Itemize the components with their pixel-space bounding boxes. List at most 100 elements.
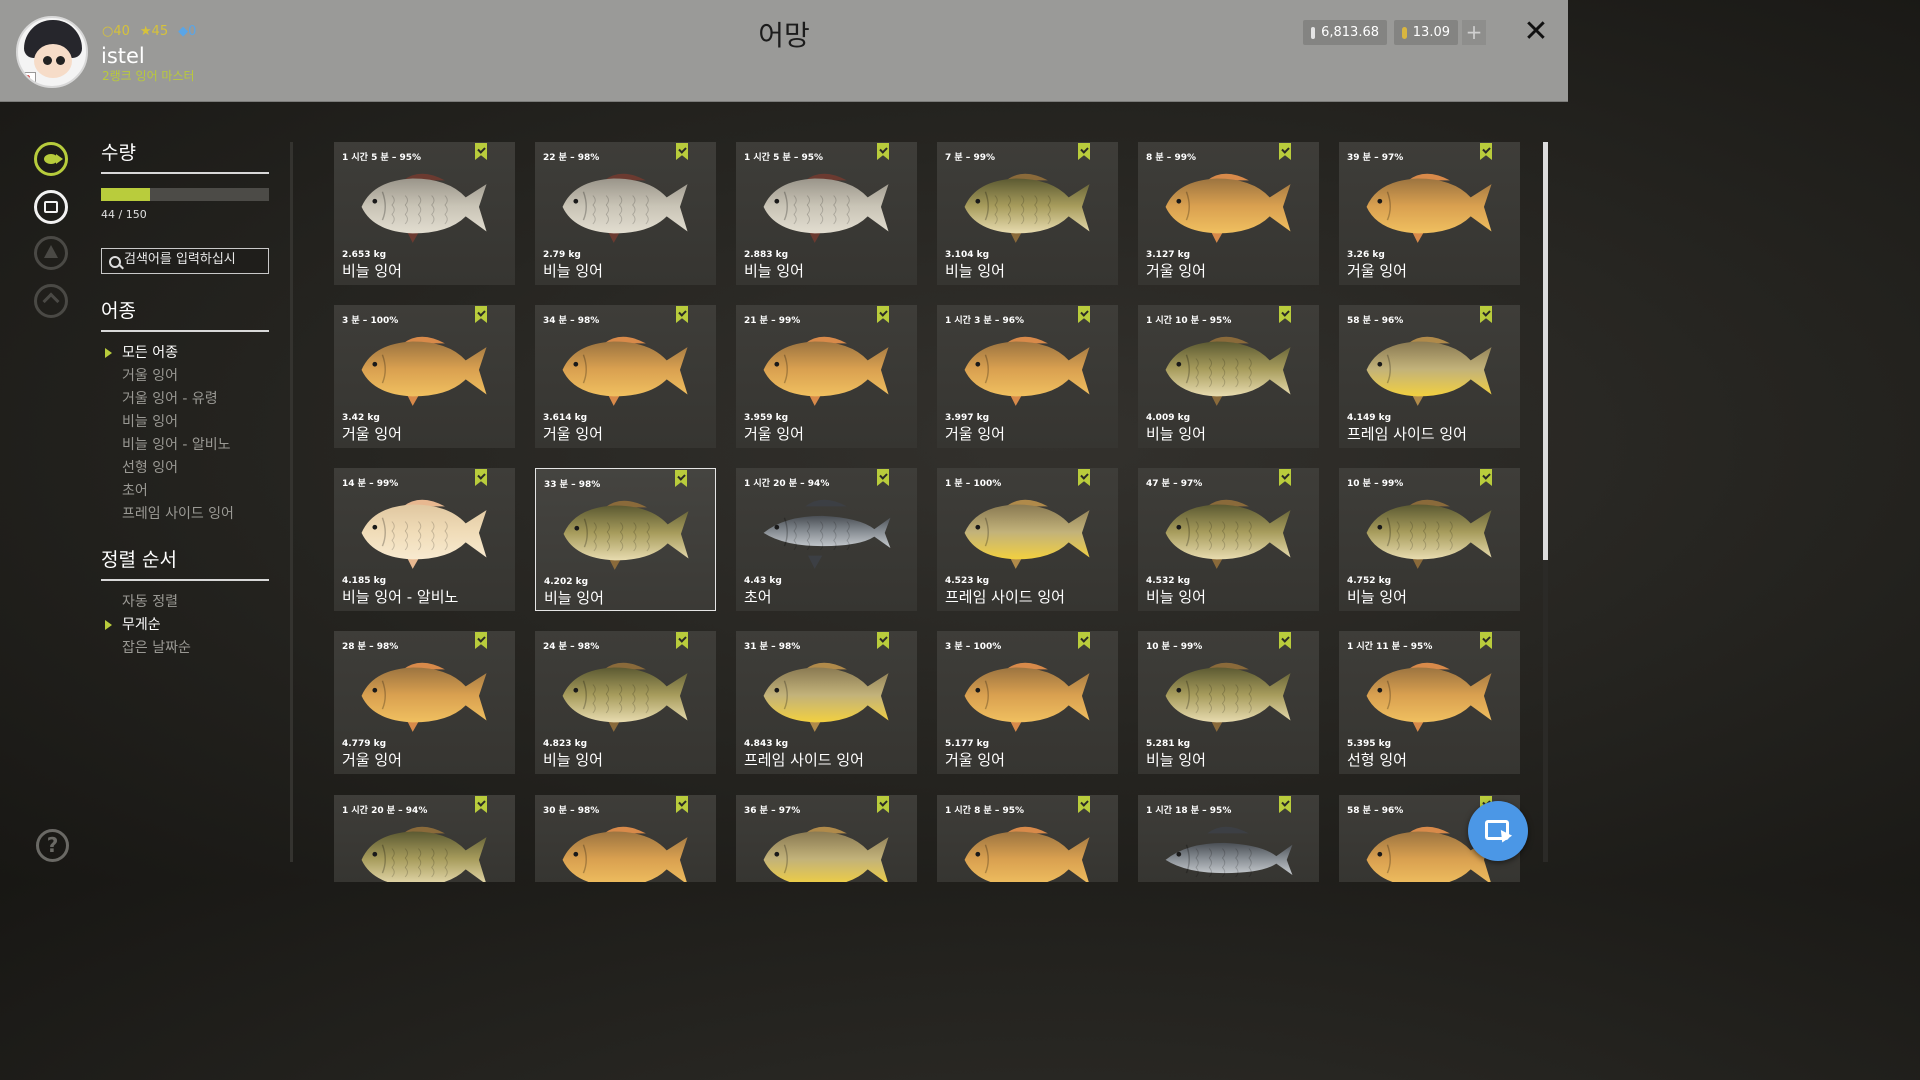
fish-image [964, 336, 1090, 406]
species-filter-item[interactable]: 모든 어종 [122, 342, 178, 362]
catch-card[interactable]: 22 분 – 98% 2.79 kg 비늘 잉어 [535, 142, 716, 285]
catch-card[interactable]: 10 분 – 99% 5.281 kg 비늘 잉어 [1138, 631, 1319, 774]
catch-species: 비늘 잉어 [1146, 425, 1206, 443]
catch-species: 프레임 사이드 잉어 [945, 588, 1065, 606]
bookmark-icon[interactable] [1279, 796, 1291, 813]
scrollbar-thumb[interactable] [1543, 142, 1548, 560]
bookmark-icon[interactable] [1279, 306, 1291, 323]
catch-card[interactable]: 47 분 – 97% 4.532 kg 비늘 잉어 [1138, 468, 1319, 611]
bookmark-icon[interactable] [1279, 143, 1291, 160]
catch-card[interactable]: 24 분 – 98% 4.823 kg 비늘 잉어 [535, 631, 716, 774]
catch-card[interactable]: 39 분 – 97% 3.26 kg 거울 잉어 [1339, 142, 1520, 285]
bookmark-icon[interactable] [1078, 796, 1090, 813]
bookmark-icon[interactable] [676, 796, 688, 813]
sort-option[interactable]: 자동 정렬 [122, 591, 178, 611]
bookmark-icon[interactable] [676, 632, 688, 649]
bookmark-icon[interactable] [1279, 632, 1291, 649]
catch-card[interactable]: 34 분 – 98% 3.614 kg 거울 잉어 [535, 305, 716, 448]
catch-time: 1 시간 11 분 – 95% [1347, 642, 1433, 652]
catch-card[interactable]: 30 분 – 98% [535, 795, 716, 882]
catch-time: 28 분 – 98% [342, 642, 399, 652]
catch-time: 39 분 – 97% [1347, 153, 1404, 163]
catch-card[interactable]: 7 분 – 99% 3.104 kg 비늘 잉어 [937, 142, 1118, 285]
catch-card[interactable]: 1 시간 11 분 – 95% 5.395 kg 선형 잉어 [1339, 631, 1520, 774]
catch-card[interactable]: 58 분 – 96% 4.149 kg 프레임 사이드 잉어 [1339, 305, 1520, 448]
catch-weight: 3.997 kg [945, 413, 990, 423]
bookmark-icon[interactable] [676, 143, 688, 160]
sort-option[interactable]: 잡은 날짜순 [122, 637, 191, 657]
bookmark-icon[interactable] [475, 796, 487, 813]
bookmark-icon[interactable] [877, 469, 889, 486]
fish-image [964, 173, 1090, 243]
close-button[interactable]: ✕ [1521, 14, 1551, 50]
keepnet-tab-icon[interactable] [34, 190, 68, 224]
catch-card[interactable]: 33 분 – 98% 4.202 kg 비늘 잉어 [535, 468, 716, 611]
bookmark-icon[interactable] [1078, 306, 1090, 323]
help-button[interactable]: ? [36, 829, 69, 862]
sort-title: 정렬 순서 [101, 549, 177, 571]
species-filter-item[interactable]: 거울 잉어 [122, 365, 178, 385]
add-currency-button[interactable]: + [1462, 20, 1486, 45]
catch-card[interactable]: 1 시간 5 분 – 95% 2.653 kg 비늘 잉어 [334, 142, 515, 285]
bookmark-icon[interactable] [877, 143, 889, 160]
species-title: 어종 [101, 300, 136, 322]
species-filter-item[interactable]: 선형 잉어 [122, 457, 178, 477]
species-filter-item[interactable]: 프레임 사이드 잉어 [122, 503, 234, 523]
species-filter-item[interactable]: 비늘 잉어 - 알비노 [122, 434, 231, 454]
catch-card[interactable]: 1 시간 20 분 – 94% 4.43 kg 초어 [736, 468, 917, 611]
silver-amount: 6,813.68 [1321, 25, 1379, 40]
bookmark-icon[interactable] [1480, 469, 1492, 486]
catch-card[interactable]: 1 시간 10 분 – 95% 4.009 kg 비늘 잉어 [1138, 305, 1319, 448]
sort-option[interactable]: 무게순 [122, 614, 161, 634]
bookmark-icon[interactable] [1480, 143, 1492, 160]
catch-card[interactable]: 1 시간 18 분 – 95% [1138, 795, 1319, 882]
silver-coin-icon [1311, 26, 1316, 39]
search-field[interactable] [101, 248, 269, 274]
bookmark-icon[interactable] [877, 632, 889, 649]
catch-card[interactable]: 8 분 – 99% 3.127 kg 거울 잉어 [1138, 142, 1319, 285]
bookmark-icon[interactable] [675, 470, 687, 487]
catch-card[interactable]: 3 분 – 100% 3.42 kg 거울 잉어 [334, 305, 515, 448]
species-filter-item[interactable]: 비늘 잉어 [122, 411, 178, 431]
catch-card[interactable]: 1 시간 20 분 – 94% [334, 795, 515, 882]
catch-species: 프레임 사이드 잉어 [744, 751, 864, 769]
catch-card[interactable]: 28 분 – 98% 4.779 kg 거울 잉어 [334, 631, 515, 774]
bookmark-icon[interactable] [475, 306, 487, 323]
catch-card[interactable]: 1 시간 8 분 – 95% [937, 795, 1118, 882]
bookmark-icon[interactable] [676, 306, 688, 323]
upgrade-tab-icon[interactable] [34, 236, 68, 270]
bookmark-icon[interactable] [475, 143, 487, 160]
fish-image [763, 826, 889, 882]
catch-card[interactable]: 1 시간 3 분 – 96% 3.997 kg 거울 잉어 [937, 305, 1118, 448]
bookmark-icon[interactable] [1078, 632, 1090, 649]
bookmark-icon[interactable] [1279, 469, 1291, 486]
search-icon [109, 256, 121, 268]
species-filter-item[interactable]: 초어 [122, 480, 148, 500]
catch-card[interactable]: 1 분 – 100% 4.523 kg 프레임 사이드 잉어 [937, 468, 1118, 611]
catch-card[interactable]: 31 분 – 98% 4.843 kg 프레임 사이드 잉어 [736, 631, 917, 774]
species-filter-item[interactable]: 거울 잉어 - 유령 [122, 388, 218, 408]
bookmark-icon[interactable] [1480, 306, 1492, 323]
home-tab-icon[interactable] [34, 284, 68, 318]
catch-time: 1 시간 5 분 – 95% [744, 153, 824, 163]
catch-species: 거울 잉어 [744, 425, 804, 443]
cursor-mode-button[interactable] [1468, 801, 1528, 861]
catch-card[interactable]: 21 분 – 99% 3.959 kg 거울 잉어 [736, 305, 917, 448]
catch-time: 33 분 – 98% [544, 480, 601, 490]
catch-card[interactable]: 14 분 – 99% 4.185 kg 비늘 잉어 - 알비노 [334, 468, 515, 611]
search-input[interactable] [124, 252, 266, 267]
catch-weight: 4.202 kg [544, 577, 589, 587]
bookmark-icon[interactable] [1480, 632, 1492, 649]
bookmark-icon[interactable] [475, 632, 487, 649]
bookmark-icon[interactable] [475, 469, 487, 486]
catch-card[interactable]: 10 분 – 99% 4.752 kg 비늘 잉어 [1339, 468, 1520, 611]
bookmark-icon[interactable] [1078, 469, 1090, 486]
catch-card[interactable]: 36 분 – 97% [736, 795, 917, 882]
catch-card[interactable]: 3 분 – 100% 5.177 kg 거울 잉어 [937, 631, 1118, 774]
catch-time: 47 분 – 97% [1146, 479, 1203, 489]
bookmark-icon[interactable] [1078, 143, 1090, 160]
catch-card[interactable]: 1 시간 5 분 – 95% 2.883 kg 비늘 잉어 [736, 142, 917, 285]
bookmark-icon[interactable] [877, 796, 889, 813]
fish-tab-icon[interactable] [34, 142, 68, 176]
bookmark-icon[interactable] [877, 306, 889, 323]
